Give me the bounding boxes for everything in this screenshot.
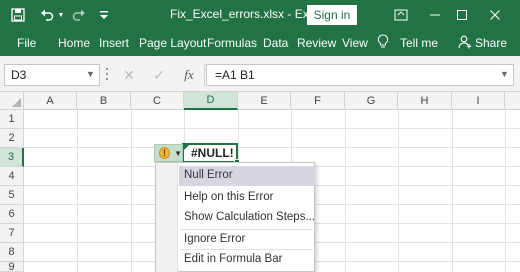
- menu-item-help-on-error[interactable]: Help on this Error: [179, 188, 315, 208]
- column-header-f[interactable]: F: [291, 92, 345, 110]
- column-header-d[interactable]: D: [184, 92, 238, 110]
- row-header-7[interactable]: 7: [0, 224, 24, 243]
- tell-me-box[interactable]: Tell me: [400, 36, 438, 50]
- row-header-3[interactable]: 3: [0, 148, 24, 167]
- tab-insert[interactable]: Insert: [99, 36, 129, 50]
- fx-label: fx: [184, 67, 194, 82]
- formula-bar-divider: [204, 64, 205, 86]
- undo-dropdown-icon[interactable]: ▼: [57, 5, 65, 25]
- file-name: Fix_Excel_errors.xlsx: [170, 7, 285, 21]
- cancel-entry-button[interactable]: ✕: [116, 64, 142, 86]
- row-header-2[interactable]: 2: [0, 129, 24, 148]
- tab-review[interactable]: Review: [297, 36, 336, 50]
- close-icon[interactable]: [478, 0, 512, 30]
- tab-home[interactable]: Home: [58, 36, 90, 50]
- column-header-e[interactable]: E: [238, 92, 291, 110]
- name-box-dropdown-icon[interactable]: ▼: [86, 69, 95, 79]
- menu-item-show-calculation-steps[interactable]: Show Calculation Steps...: [179, 208, 315, 228]
- maximize-icon[interactable]: [445, 0, 479, 30]
- lightbulb-icon[interactable]: [377, 34, 389, 53]
- column-header-b[interactable]: B: [77, 92, 131, 110]
- undo-icon[interactable]: [38, 5, 56, 25]
- window-title: Fix_Excel_errors.xlsx - Excel: [170, 7, 324, 21]
- tab-data[interactable]: Data: [263, 36, 288, 50]
- title-separator: -: [287, 7, 292, 21]
- tab-file[interactable]: File: [17, 36, 36, 50]
- save-icon[interactable]: [8, 5, 28, 25]
- gridline: [505, 110, 506, 272]
- menu-item-ignore-error[interactable]: Ignore Error: [179, 230, 315, 250]
- gridline: [24, 147, 520, 148]
- row-header-8[interactable]: 8: [0, 243, 24, 262]
- row-header-9[interactable]: 9: [0, 261, 24, 272]
- column-header-c[interactable]: C: [131, 92, 184, 110]
- ribbon-display-icon[interactable]: [384, 0, 418, 30]
- chevron-down-icon: ▼: [174, 148, 182, 158]
- select-all-button[interactable]: [0, 92, 24, 110]
- gridline: [77, 110, 78, 272]
- ribbon-tab-bar: File Home Insert Page Layout Formulas Da…: [0, 30, 520, 56]
- tab-view[interactable]: View: [342, 36, 368, 50]
- gridline: [452, 110, 453, 272]
- row-header-5[interactable]: 5: [0, 186, 24, 205]
- title-bar: ▼ Fix_Excel_errors.xlsx - Excel Sign in: [0, 0, 520, 30]
- error-options-menu: Null Error Help on this Error Show Calcu…: [155, 162, 315, 272]
- sign-in-button[interactable]: Sign in: [307, 5, 357, 25]
- tab-page-layout[interactable]: Page Layout: [139, 36, 206, 50]
- gridline: [398, 110, 399, 272]
- formula-bar-grip-icon[interactable]: [106, 68, 109, 82]
- tab-formulas[interactable]: Formulas: [207, 36, 257, 50]
- share-icon[interactable]: [458, 35, 472, 52]
- column-header-a[interactable]: A: [24, 92, 77, 110]
- row-header-4[interactable]: 4: [0, 167, 24, 186]
- row-header-6[interactable]: 6: [0, 205, 24, 224]
- cell-value: #NULL!: [191, 146, 234, 160]
- customize-icon[interactable]: [97, 5, 111, 25]
- column-header-j-partial[interactable]: [505, 92, 520, 110]
- menu-item-edit-in-formula-bar[interactable]: Edit in Formula Bar: [179, 250, 315, 270]
- column-header-h[interactable]: H: [398, 92, 452, 110]
- confirm-entry-button[interactable]: ✓: [146, 64, 172, 86]
- column-header-g[interactable]: G: [345, 92, 398, 110]
- warning-icon: !: [159, 147, 171, 159]
- row-header-1[interactable]: 1: [0, 110, 24, 129]
- menu-title-null-error: Null Error: [179, 166, 315, 186]
- gridline: [345, 110, 346, 272]
- formula-bar: D3 ▼ ✕ ✓ fx =A1 B1 ▼: [0, 56, 520, 92]
- redo-icon[interactable]: [70, 5, 88, 25]
- select-all-triangle-icon: [12, 98, 21, 107]
- formula-input[interactable]: =A1 B1: [206, 64, 514, 86]
- menu-icon-rail: [156, 163, 178, 272]
- share-button[interactable]: Share: [475, 36, 507, 50]
- error-indicator-triangle-icon: [184, 145, 189, 150]
- gridline: [24, 128, 520, 129]
- expand-formula-bar-icon[interactable]: ▼: [500, 69, 509, 79]
- error-checking-button[interactable]: ! ▼: [154, 144, 183, 162]
- active-cell-d3[interactable]: #NULL!: [182, 143, 238, 163]
- column-header-i[interactable]: I: [452, 92, 505, 110]
- insert-function-button[interactable]: fx: [176, 64, 202, 86]
- gridline: [131, 110, 132, 272]
